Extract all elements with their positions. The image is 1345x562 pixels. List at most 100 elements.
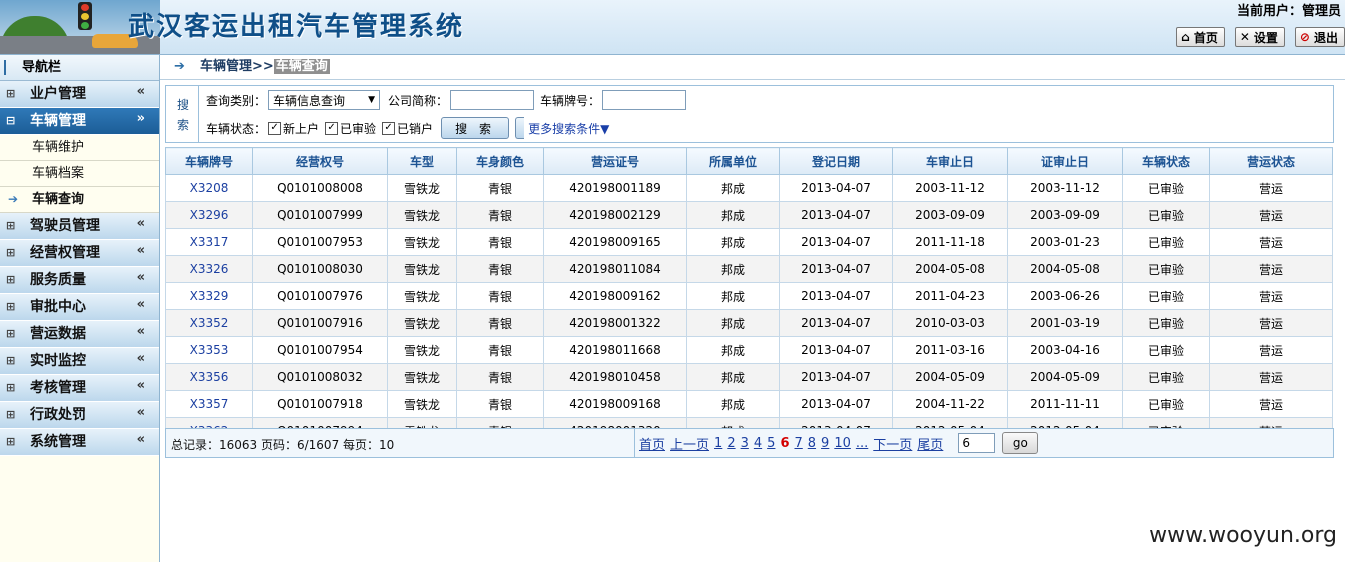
next-page-link[interactable]: 下一页 — [873, 434, 912, 453]
chevron-left-icon: « — [136, 432, 145, 447]
page-number-input[interactable]: 6 — [958, 433, 996, 453]
table-cell: 420198009165 — [543, 228, 687, 256]
dropdown-arrow-icon: ▼ — [368, 95, 376, 105]
chevron-left-icon: « — [136, 351, 145, 366]
table-cell: 邦成 — [686, 255, 780, 283]
table-row[interactable]: X3296 Q0101007999 雪铁龙 青银 420198002129 邦成 2013-… — [165, 201, 1333, 229]
sidebar-item-realtime-monitor[interactable]: ⊞ 实时监控 « — [0, 348, 159, 375]
status-new-checkbox[interactable]: ✓ — [268, 121, 282, 135]
table-cell: 420198001322 — [543, 309, 687, 337]
col-vehicle-status[interactable]: 车辆状态 — [1122, 147, 1210, 175]
plate-input[interactable] — [602, 90, 687, 110]
more-toggle-tab[interactable] — [515, 117, 525, 139]
sidebar: 导航栏 ⊞ 业户管理 « ⊟ 车辆管理 » 车辆维护 车辆档案 ➔ 车辆查询 ⊞… — [0, 55, 160, 562]
table-row[interactable]: X3326 Q0101008030 雪铁龙 青银 420198011084 邦成 2013-… — [165, 255, 1333, 283]
table-cell: 2013-04-07 — [779, 336, 893, 364]
col-plate[interactable]: 车辆牌号 — [165, 147, 253, 175]
table-row[interactable]: X3317 Q0101007953 雪铁龙 青银 420198009165 邦成 2013-… — [165, 228, 1333, 256]
sidebar-item-approval[interactable]: ⊞ 审批中心 « — [0, 294, 159, 321]
table-row[interactable]: X3353 Q0101007954 雪铁龙 青银 420198011668 邦成 2013-… — [165, 336, 1333, 364]
plate-cell[interactable]: X3356 — [165, 363, 253, 391]
table-cell: 青银 — [456, 363, 544, 391]
page-link[interactable]: 4 — [754, 436, 762, 451]
plate-cell[interactable]: X3208 — [165, 174, 253, 202]
prev-page-link[interactable]: 上一页 — [670, 434, 709, 453]
sidebar-item-penalty[interactable]: ⊞ 行政处罚 « — [0, 402, 159, 429]
status-verified-checkbox[interactable]: ✓ — [325, 121, 339, 135]
table-row[interactable]: X3352 Q0101007916 雪铁龙 青银 420198001322 邦成 2013-… — [165, 309, 1333, 337]
collapse-icon: ⊟ — [6, 114, 16, 127]
sidebar-item-service-quality[interactable]: ⊞ 服务质量 « — [0, 267, 159, 294]
col-license[interactable]: 营运证号 — [543, 147, 687, 175]
go-button[interactable]: go — [1002, 432, 1039, 454]
sidebar-subitem-vehicle-maintenance[interactable]: 车辆维护 — [0, 135, 159, 161]
plate-cell[interactable]: X3329 — [165, 282, 253, 310]
col-model[interactable]: 车型 — [387, 147, 457, 175]
table-row[interactable]: X3356 Q0101008032 雪铁龙 青银 420198010458 邦成 2013-… — [165, 363, 1333, 391]
table-cell: 2004-05-08 — [1007, 255, 1123, 283]
chevron-left-icon: « — [136, 378, 145, 393]
expand-icon: ⊞ — [6, 381, 16, 394]
col-operation-status[interactable]: 营运状态 — [1209, 147, 1333, 175]
col-vehicle-audit[interactable]: 车审止日 — [892, 147, 1008, 175]
more-search-link[interactable]: 更多搜索条件▼ — [528, 120, 609, 137]
table-cell: Q0101007953 — [252, 228, 388, 256]
plate-cell[interactable]: X3296 — [165, 201, 253, 229]
plate-cell[interactable]: X3353 — [165, 336, 253, 364]
col-operating-right[interactable]: 经营权号 — [252, 147, 388, 175]
last-page-link[interactable]: 尾页 — [917, 434, 943, 453]
table-row[interactable]: X3357 Q0101007918 雪铁龙 青银 420198009168 邦成 2013-… — [165, 390, 1333, 418]
sidebar-subitem-vehicle-query[interactable]: ➔ 车辆查询 — [0, 187, 159, 213]
col-cert-audit[interactable]: 证审止日 — [1007, 147, 1123, 175]
sidebar-item-driver[interactable]: ⊞ 驾驶员管理 « — [0, 213, 159, 240]
page-link[interactable]: 6 — [780, 436, 789, 451]
page-link[interactable]: 3 — [741, 436, 749, 451]
breadcrumb-parent[interactable]: 车辆管理>> — [200, 59, 274, 74]
sidebar-item-vehicle[interactable]: ⊟ 车辆管理 » — [0, 108, 159, 135]
table-cell: Q0101007918 — [252, 390, 388, 418]
watermark-text: www.wooyun.org — [1149, 523, 1337, 548]
arrow-right-icon: ➔ — [8, 192, 19, 206]
logout-button[interactable]: ⊘ 退出 — [1294, 27, 1345, 47]
plate-cell[interactable]: X3357 — [165, 390, 253, 418]
table-cell: 2003-01-23 — [1007, 228, 1123, 256]
page-link[interactable]: 9 — [821, 436, 829, 451]
page-link[interactable]: 1 — [714, 436, 722, 451]
plate-cell[interactable]: X3317 — [165, 228, 253, 256]
table-cell: 邦成 — [686, 201, 780, 229]
record-summary: 总记录：16063 页码：6/1607 每页：10 — [171, 438, 395, 452]
sidebar-item-operation-data[interactable]: ⊞ 营运数据 « — [0, 321, 159, 348]
page-link[interactable]: ... — [856, 436, 868, 451]
page-link[interactable]: 10 — [834, 436, 851, 451]
table-cell: 已审验 — [1122, 309, 1210, 337]
page-link[interactable]: 2 — [727, 436, 735, 451]
table-cell: 青银 — [456, 201, 544, 229]
sidebar-item-system[interactable]: ⊞ 系统管理 « — [0, 429, 159, 456]
settings-button[interactable]: ✕ 设置 — [1234, 27, 1285, 47]
system-title: 武汉客运出租汽车管理系统 — [128, 12, 465, 42]
table-row[interactable]: X3208 Q0101008008 雪铁龙 青银 420198001189 邦成 2013-… — [165, 174, 1333, 202]
table-cell: 邦成 — [686, 390, 780, 418]
table-cell: 邦成 — [686, 282, 780, 310]
page-link[interactable]: 5 — [767, 436, 775, 451]
sidebar-item-assessment[interactable]: ⊞ 考核管理 « — [0, 375, 159, 402]
sidebar-item-operating-right[interactable]: ⊞ 经营权管理 « — [0, 240, 159, 267]
col-color[interactable]: 车身颜色 — [456, 147, 544, 175]
col-register-date[interactable]: 登记日期 — [779, 147, 893, 175]
query-type-select[interactable]: 车辆信息查询 ▼ — [268, 90, 381, 110]
search-button[interactable]: 搜 索 — [441, 117, 510, 139]
status-cancelled-checkbox[interactable]: ✓ — [382, 121, 396, 135]
first-page-link[interactable]: 首页 — [639, 434, 665, 453]
page-link[interactable]: 8 — [808, 436, 816, 451]
table-cell: Q0101007999 — [252, 201, 388, 229]
sidebar-item-household[interactable]: ⊞ 业户管理 « — [0, 81, 159, 108]
sidebar-subitem-vehicle-archive[interactable]: 车辆档案 — [0, 161, 159, 187]
page-link[interactable]: 7 — [794, 436, 802, 451]
table-row[interactable]: X3329 Q0101007976 雪铁龙 青银 420198009162 邦成 2013-… — [165, 282, 1333, 310]
plate-cell[interactable]: X3352 — [165, 309, 253, 337]
search-panel-label: 搜 索 — [166, 86, 199, 142]
col-company[interactable]: 所属单位 — [686, 147, 780, 175]
home-button[interactable]: ⌂ 首页 — [1176, 27, 1225, 47]
company-input[interactable] — [450, 90, 535, 110]
plate-cell[interactable]: X3326 — [165, 255, 253, 283]
